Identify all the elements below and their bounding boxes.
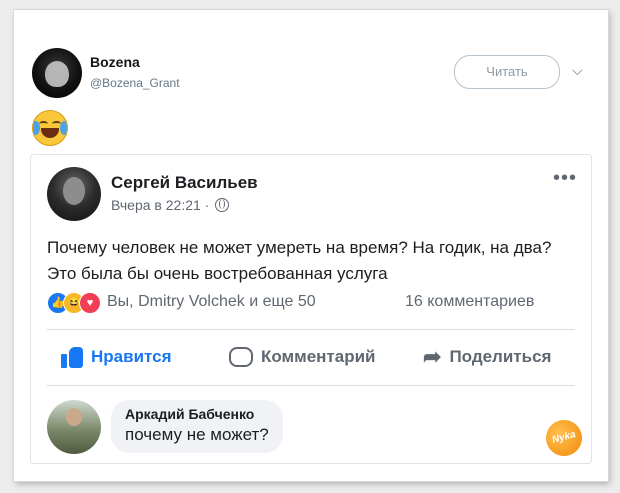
follow-button[interactable]: Читать xyxy=(454,55,560,89)
commenter-name[interactable]: Аркадий Бабченко xyxy=(125,406,269,422)
share-label: Поделиться xyxy=(449,347,552,366)
fb-post-text: Почему человек не может умереть на время… xyxy=(47,238,552,283)
comment-bubble: Аркадий Бабченко почему не может? xyxy=(111,400,283,453)
divider xyxy=(47,385,575,386)
share-arrow-icon: ➦ xyxy=(423,344,442,369)
comment-label: Комментарий xyxy=(261,347,376,366)
more-options-icon[interactable]: ••• xyxy=(553,167,577,190)
comment-button[interactable]: Комментарий xyxy=(229,342,375,372)
tweet-card: Bozena @Bozena_Grant Читать ⌵ Сергей Вас… xyxy=(14,10,608,481)
fb-post-time: Вчера в 22:21 · xyxy=(111,197,230,213)
fb-post-timestamp[interactable]: Вчера в 22:21 · xyxy=(111,197,209,213)
fb-author-avatar[interactable] xyxy=(47,167,101,221)
embedded-facebook-post: Сергей Васильев Вчера в 22:21 · ••• Поче… xyxy=(30,154,592,464)
commenter-avatar[interactable] xyxy=(47,400,101,454)
chevron-down-icon[interactable]: ⌵ xyxy=(572,62,583,79)
globe-icon xyxy=(215,198,230,212)
tweet-display-name[interactable]: Bozena xyxy=(90,54,140,70)
tweet-handle[interactable]: @Bozena_Grant xyxy=(90,76,180,90)
reactions-bar: 👍 😆 ♥ Вы, Dmitry Volchek и еще 50 16 ком… xyxy=(47,292,567,314)
comments-count[interactable]: 16 комментариев xyxy=(405,293,534,311)
face-with-tears-of-joy-icon xyxy=(32,110,68,146)
like-button[interactable]: Нравится xyxy=(61,342,172,372)
divider xyxy=(47,329,575,330)
like-label: Нравится xyxy=(91,347,172,366)
thumbs-up-icon xyxy=(61,346,83,368)
comment-bubble-icon xyxy=(229,347,253,367)
share-button[interactable]: ➦ Поделиться xyxy=(423,342,551,372)
reactions-summary[interactable]: Вы, Dmitry Volchek и еще 50 xyxy=(107,293,316,311)
fb-author-name[interactable]: Сергей Васильев xyxy=(111,173,258,193)
love-reaction-icon[interactable]: ♥ xyxy=(79,292,101,314)
comment-text: почему не может? xyxy=(125,425,269,444)
tweet-author-avatar[interactable] xyxy=(32,48,82,98)
